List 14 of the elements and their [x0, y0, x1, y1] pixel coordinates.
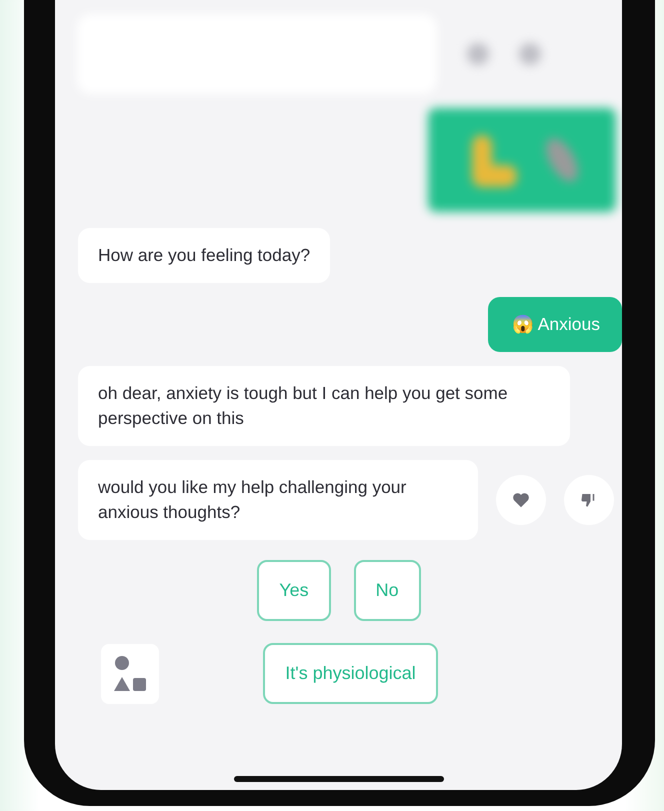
blurred-icon: [467, 43, 489, 65]
bot-message: How are you feeling today?: [78, 228, 330, 283]
bot-message: oh dear, anxiety is tough but I can help you get some perspective on this: [78, 366, 570, 446]
dislike-button[interactable]: [564, 475, 614, 525]
quick-reply-button[interactable]: It's physiological: [263, 643, 438, 704]
shapes-icon: [113, 654, 147, 692]
blurred-icon: [519, 43, 541, 65]
bot-message: would you like my help challenging your anxious thoughts?: [78, 460, 478, 540]
quick-reply-button[interactable]: Yes: [257, 560, 331, 621]
quick-reply-button[interactable]: No: [354, 560, 421, 621]
heart-icon: [512, 492, 530, 508]
user-message: 😱 Anxious: [488, 297, 622, 352]
shapes-button[interactable]: [101, 644, 159, 704]
like-button[interactable]: [496, 475, 546, 525]
